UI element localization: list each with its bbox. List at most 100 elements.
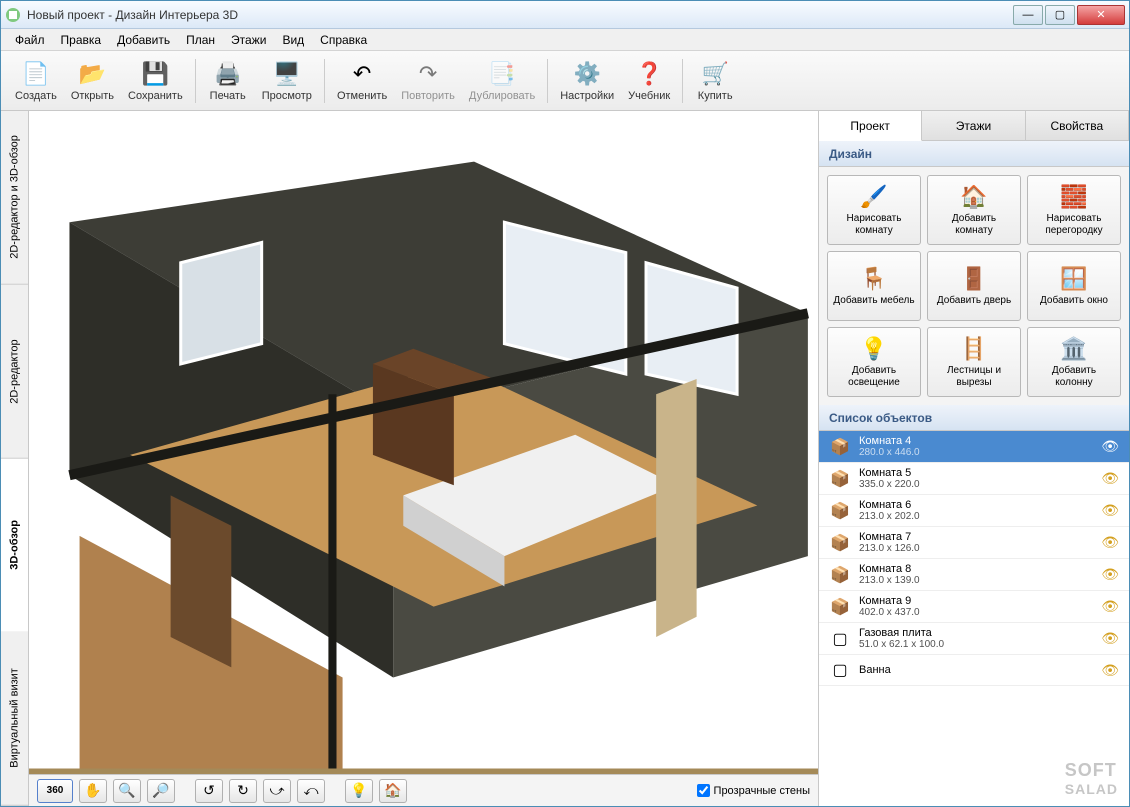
tab-project[interactable]: Проект <box>819 111 922 141</box>
object-dims: 335.0 x 220.0 <box>859 479 1093 490</box>
menu-add[interactable]: Добавить <box>109 31 178 49</box>
new-file-icon: 📄 <box>22 60 50 88</box>
create-button[interactable]: 📄 Создать <box>9 55 63 107</box>
pan-button[interactable]: ✋ <box>79 779 107 803</box>
tilt-up-icon: ⤻ <box>270 782 285 799</box>
tab-properties[interactable]: Свойства <box>1026 111 1129 140</box>
visibility-icon[interactable]: 👁 <box>1101 662 1119 679</box>
transparent-walls-checkbox[interactable]: Прозрачные стены <box>697 784 810 797</box>
objects-header: Список объектов <box>819 405 1129 431</box>
preview-button[interactable]: 🖥️ Просмотр <box>256 55 318 107</box>
object-item[interactable]: 📦 Комната 5 335.0 x 220.0 👁 <box>819 463 1129 495</box>
add-furniture-button[interactable]: 🪑 Добавить мебель <box>827 251 921 321</box>
light-button[interactable]: 💡 <box>345 779 373 803</box>
menu-floors[interactable]: Этажи <box>223 31 274 49</box>
home-icon: 🏠 <box>384 782 401 799</box>
duplicate-button[interactable]: 📑 Дублировать <box>463 55 541 107</box>
rotate-left-button[interactable]: ↺ <box>195 779 223 803</box>
home-button[interactable]: 🏠 <box>379 779 407 803</box>
stairs-button[interactable]: 🪜 Лестницы и вырезы <box>927 327 1021 397</box>
menu-plan[interactable]: План <box>178 31 223 49</box>
visibility-icon[interactable]: 👁 <box>1101 502 1119 519</box>
object-item[interactable]: 📦 Комната 4 280.0 x 446.0 👁 <box>819 431 1129 463</box>
transparent-walls-input[interactable] <box>697 784 710 797</box>
btn-360[interactable]: 360 <box>37 779 73 803</box>
manual-button[interactable]: ❓ Учебник <box>622 55 676 107</box>
separator <box>195 59 196 103</box>
rotate-right-button[interactable]: ↻ <box>229 779 257 803</box>
hand-icon: ✋ <box>84 782 101 799</box>
cart-icon: 🛒 <box>701 60 729 88</box>
cube-icon: 📦 <box>829 564 851 586</box>
zoom-in-icon: 🔍 <box>118 782 135 799</box>
visibility-icon[interactable]: 👁 <box>1101 534 1119 551</box>
maximize-button[interactable]: ▢ <box>1045 5 1075 25</box>
buy-button[interactable]: 🛒 Купить <box>689 55 741 107</box>
object-item[interactable]: ▢ Газовая плита 51.0 x 62.1 x 100.0 👁 <box>819 623 1129 655</box>
rotate-right-icon: ↻ <box>237 782 249 799</box>
tab-virtual[interactable]: Виртуальный визит <box>1 632 28 806</box>
wall-icon: 🧱 <box>1060 183 1088 211</box>
visibility-icon[interactable]: 👁 <box>1101 470 1119 487</box>
add-door-button[interactable]: 🚪 Добавить дверь <box>927 251 1021 321</box>
tilt-up-button[interactable]: ⤻ <box>263 779 291 803</box>
menu-view[interactable]: Вид <box>274 31 312 49</box>
tilt-down-icon: ⤺ <box>304 782 319 799</box>
app-window: Новый проект - Дизайн Интерьера 3D — ▢ ✕… <box>0 0 1130 807</box>
save-icon: 💾 <box>141 60 169 88</box>
save-button[interactable]: 💾 Сохранить <box>122 55 189 107</box>
object-dims: 51.0 x 62.1 x 100.0 <box>859 639 1093 650</box>
object-item[interactable]: 📦 Комната 8 213.0 x 139.0 👁 <box>819 559 1129 591</box>
menu-help[interactable]: Справка <box>312 31 375 49</box>
add-room-button[interactable]: 🏠 Добавить комнату <box>927 175 1021 245</box>
app-icon <box>5 7 21 23</box>
cube-icon: ▢ <box>829 659 851 681</box>
open-button[interactable]: 📂 Открыть <box>65 55 120 107</box>
tab-2d[interactable]: 2D-редактор <box>1 285 28 459</box>
add-lighting-button[interactable]: 💡 Добавить освещение <box>827 327 921 397</box>
tab-3d[interactable]: 3D-обзор <box>1 459 28 633</box>
menu-file[interactable]: Файл <box>7 31 53 49</box>
menu-edit[interactable]: Правка <box>53 31 110 49</box>
view-tabs: 2D-редактор и 3D-обзор 2D-редактор 3D-об… <box>1 111 29 806</box>
lightbulb-icon: 💡 <box>350 782 367 799</box>
tilt-down-button[interactable]: ⤺ <box>297 779 325 803</box>
redo-button[interactable]: ↷ Повторить <box>395 55 461 107</box>
close-button[interactable]: ✕ <box>1077 5 1125 25</box>
visibility-icon[interactable]: 👁 <box>1101 630 1119 647</box>
add-column-button[interactable]: 🏛️ Добавить колонну <box>1027 327 1121 397</box>
draw-room-button[interactable]: 🖌️ Нарисовать комнату <box>827 175 921 245</box>
zoom-in-button[interactable]: 🔍 <box>113 779 141 803</box>
cube-icon: 📦 <box>829 468 851 490</box>
object-item[interactable]: 📦 Комната 6 213.0 x 202.0 👁 <box>819 495 1129 527</box>
visibility-icon[interactable]: 👁 <box>1101 598 1119 615</box>
minimize-button[interactable]: — <box>1013 5 1043 25</box>
settings-button[interactable]: ⚙️ Настройки <box>554 55 620 107</box>
tab-2d-3d[interactable]: 2D-редактор и 3D-обзор <box>1 111 28 285</box>
zoom-out-button[interactable]: 🔎 <box>147 779 175 803</box>
object-list[interactable]: 📦 Комната 4 280.0 x 446.0 👁 📦 Комната 5 … <box>819 431 1129 806</box>
object-dims: 213.0 x 139.0 <box>859 575 1093 586</box>
add-window-button[interactable]: 🪟 Добавить окно <box>1027 251 1121 321</box>
tab-floors-right[interactable]: Этажи <box>922 111 1025 140</box>
object-item[interactable]: 📦 Комната 7 213.0 x 126.0 👁 <box>819 527 1129 559</box>
3d-scene-svg <box>29 111 818 769</box>
design-header: Дизайн <box>819 141 1129 167</box>
undo-button[interactable]: ↶ Отменить <box>331 55 393 107</box>
design-grid: 🖌️ Нарисовать комнату 🏠 Добавить комнату… <box>819 167 1129 405</box>
monitor-icon: 🖥️ <box>273 60 301 88</box>
copy-icon: 📑 <box>488 60 516 88</box>
draw-partition-button[interactable]: 🧱 Нарисовать перегородку <box>1027 175 1121 245</box>
main-area: 2D-редактор и 3D-обзор 2D-редактор 3D-об… <box>1 111 1129 806</box>
object-item[interactable]: ▢ Ванна 👁 <box>819 655 1129 686</box>
print-button[interactable]: 🖨️ Печать <box>202 55 254 107</box>
add-room-icon: 🏠 <box>960 183 988 211</box>
visibility-icon[interactable]: 👁 <box>1101 566 1119 583</box>
right-panel: Проект Этажи Свойства Дизайн 🖌️ Нарисова… <box>819 111 1129 806</box>
cube-icon: 📦 <box>829 500 851 522</box>
3d-viewport[interactable] <box>29 111 818 774</box>
menubar: Файл Правка Добавить План Этажи Вид Спра… <box>1 29 1129 51</box>
object-item[interactable]: 📦 Комната 9 402.0 x 437.0 👁 <box>819 591 1129 623</box>
visibility-icon[interactable]: 👁 <box>1101 438 1119 455</box>
object-name: Газовая плита <box>859 627 1093 639</box>
